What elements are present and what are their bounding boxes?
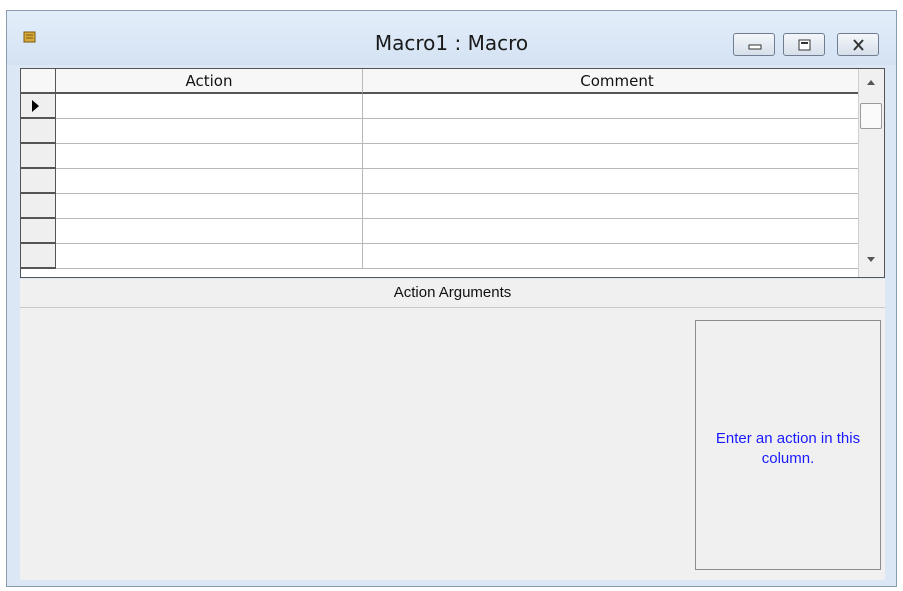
row-selector[interactable] xyxy=(21,244,56,269)
action-cell[interactable] xyxy=(56,244,363,268)
action-cell[interactable] xyxy=(56,194,363,218)
action-cell[interactable] xyxy=(56,169,363,193)
help-text: Enter an action in this column. xyxy=(715,430,861,467)
minimize-button[interactable] xyxy=(733,33,775,56)
action-arguments-pane: Enter an action in this column. xyxy=(20,308,885,581)
row-selector[interactable] xyxy=(21,169,56,194)
action-cell[interactable] xyxy=(56,119,363,143)
window-bottom-border xyxy=(7,580,896,586)
comment-cell[interactable] xyxy=(363,219,871,243)
table-row[interactable] xyxy=(21,219,871,244)
maximize-button[interactable] xyxy=(783,33,825,56)
row-selector[interactable] xyxy=(21,219,56,244)
column-header-comment[interactable]: Comment xyxy=(363,69,871,94)
column-header-action[interactable]: Action xyxy=(56,69,363,94)
table-row[interactable] xyxy=(21,144,871,169)
table-row[interactable] xyxy=(21,244,871,269)
action-cell[interactable] xyxy=(56,219,363,243)
table-row[interactable] xyxy=(21,169,871,194)
comment-cell[interactable] xyxy=(363,169,871,193)
close-icon xyxy=(853,39,864,51)
macro-window: Macro1 : Macro Action Comment Action Arg… xyxy=(6,10,897,587)
comment-cell[interactable] xyxy=(363,244,871,268)
row-selector-header[interactable] xyxy=(21,69,56,94)
minimize-icon xyxy=(748,44,762,50)
row-selector[interactable] xyxy=(21,94,56,119)
row-selector[interactable] xyxy=(21,119,56,144)
scroll-up-arrow-icon[interactable] xyxy=(861,77,881,87)
comment-cell[interactable] xyxy=(363,94,871,118)
help-box: Enter an action in this column. xyxy=(695,320,881,570)
comment-cell[interactable] xyxy=(363,119,871,143)
scrollbar-thumb[interactable] xyxy=(860,103,882,129)
row-selector[interactable] xyxy=(21,144,56,169)
table-row[interactable] xyxy=(21,94,871,119)
scroll-down-arrow-icon[interactable] xyxy=(861,255,881,265)
comment-cell[interactable] xyxy=(363,144,871,168)
title-bar[interactable]: Macro1 : Macro xyxy=(7,11,896,65)
action-arguments-header: Action Arguments xyxy=(20,279,885,308)
table-row[interactable] xyxy=(21,119,871,144)
action-cell[interactable] xyxy=(56,144,363,168)
macro-design-grid: Action Comment xyxy=(20,68,885,278)
comment-cell[interactable] xyxy=(363,194,871,218)
table-row[interactable] xyxy=(21,194,871,219)
row-selector-arrow-icon xyxy=(32,100,39,112)
close-button[interactable] xyxy=(837,33,879,56)
row-selector[interactable] xyxy=(21,194,56,219)
action-cell[interactable] xyxy=(56,94,363,118)
maximize-icon xyxy=(798,39,811,51)
vertical-scrollbar[interactable] xyxy=(858,69,884,277)
